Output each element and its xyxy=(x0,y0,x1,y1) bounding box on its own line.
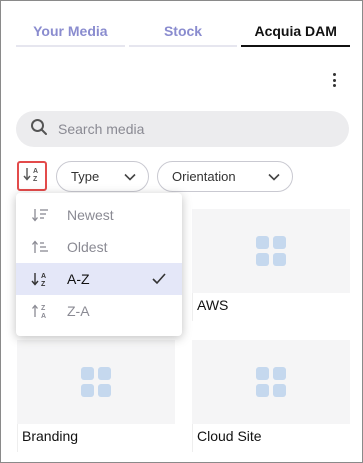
sort-newest-icon xyxy=(31,206,49,224)
sort-option-oldest[interactable]: Oldest xyxy=(16,231,182,263)
menu-item-label: Z-A xyxy=(67,303,90,319)
sort-option-newest[interactable]: Newest xyxy=(16,199,182,231)
orientation-filter-dropdown[interactable]: Orientation xyxy=(157,161,293,192)
tile-label: AWS xyxy=(192,293,350,321)
tile-thumbnail xyxy=(192,209,350,293)
folder-placeholder-icon xyxy=(256,236,286,266)
folder-placeholder-icon xyxy=(256,367,286,397)
sort-oldest-icon xyxy=(31,238,49,256)
media-panel: Your Media Stock Acquia DAM A Z xyxy=(0,0,363,463)
kebab-dot xyxy=(332,78,336,82)
svg-text:A: A xyxy=(41,273,46,280)
svg-text:Z: Z xyxy=(41,281,46,287)
tab-your-media[interactable]: Your Media xyxy=(16,19,125,47)
folder-placeholder-icon xyxy=(81,367,111,397)
menu-item-label: Oldest xyxy=(67,239,108,255)
search-bar xyxy=(16,111,349,147)
tab-stock[interactable]: Stock xyxy=(128,19,238,47)
svg-text:A: A xyxy=(33,168,38,175)
svg-text:Z: Z xyxy=(41,305,46,312)
tile-thumbnail xyxy=(192,340,350,424)
source-tabs: Your Media Stock Acquia DAM xyxy=(16,19,351,47)
sort-menu: Newest Oldest A Z A-Z Z A Z-A xyxy=(16,193,182,336)
menu-item-label: Newest xyxy=(67,207,114,223)
sort-za-icon: Z A xyxy=(31,302,49,320)
more-options-icon[interactable] xyxy=(327,71,341,89)
svg-text:A: A xyxy=(41,313,46,319)
media-tile[interactable]: Cloud Site xyxy=(192,340,350,452)
kebab-dot xyxy=(332,73,336,76)
svg-text:Z: Z xyxy=(33,176,38,182)
tab-acquia-dam[interactable]: Acquia DAM xyxy=(241,19,351,47)
sort-az-icon: A Z xyxy=(23,166,41,187)
search-input[interactable] xyxy=(58,121,308,137)
menu-item-label: A-Z xyxy=(67,271,90,287)
tile-label: Branding xyxy=(17,424,175,452)
sort-option-z-a[interactable]: Z A Z-A xyxy=(16,295,182,327)
sort-option-a-z[interactable]: A Z A-Z xyxy=(16,263,182,295)
chevron-down-icon xyxy=(268,169,280,184)
checkmark-icon xyxy=(152,272,166,288)
media-tile[interactable]: AWS xyxy=(192,209,350,321)
type-filter-dropdown[interactable]: Type xyxy=(56,161,149,192)
sort-az-icon: A Z xyxy=(31,270,49,288)
chevron-down-icon xyxy=(124,169,136,184)
tile-label: Cloud Site xyxy=(192,424,350,452)
kebab-dot xyxy=(332,84,336,87)
type-filter-label: Type xyxy=(71,169,100,184)
sort-button[interactable]: A Z xyxy=(17,161,47,191)
search-icon xyxy=(30,118,48,141)
tile-thumbnail xyxy=(17,340,175,424)
orientation-filter-label: Orientation xyxy=(172,169,236,184)
media-tile[interactable]: Branding xyxy=(17,340,175,452)
